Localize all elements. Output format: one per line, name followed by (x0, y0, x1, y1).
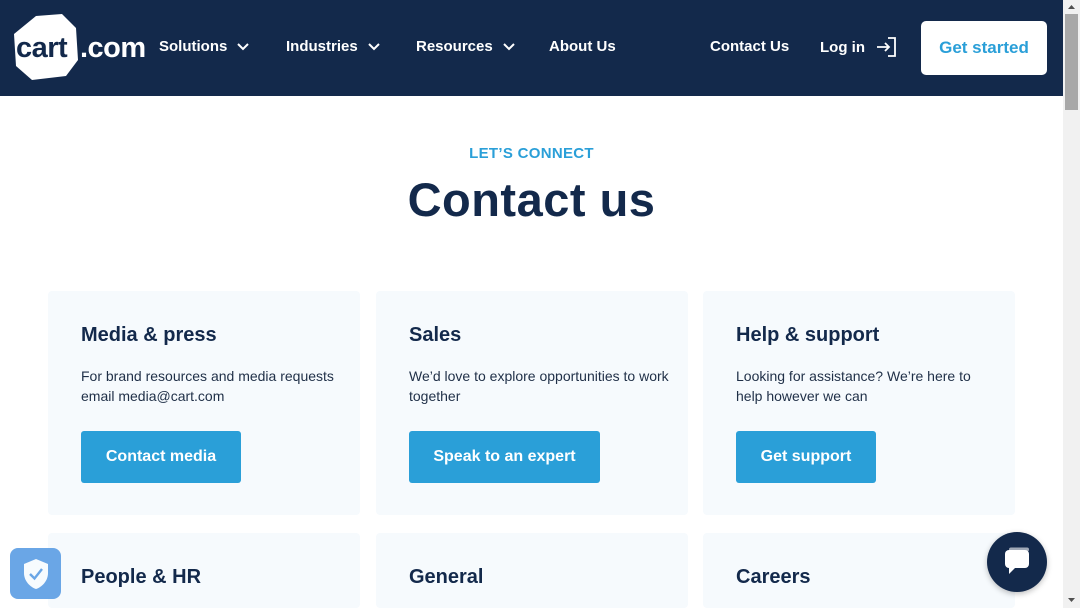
nav-login[interactable]: Log in (820, 36, 897, 58)
nav-login-label: Log in (820, 38, 865, 56)
chevron-down-icon (503, 42, 515, 50)
speak-to-expert-button[interactable]: Speak to an expert (409, 431, 600, 483)
nav-resources-label: Resources (416, 38, 493, 55)
card-sales: Sales We’d love to explore opportunities… (376, 291, 688, 515)
card-careers: Careers (703, 533, 1015, 608)
contact-media-button[interactable]: Contact media (81, 431, 241, 483)
card-help-support: Help & support Looking for assistance? W… (703, 291, 1015, 515)
scroll-up-arrow-icon[interactable] (1063, 0, 1080, 14)
site-header: cart .com Solutions Industries Resources… (0, 0, 1063, 96)
nav-contact-label: Contact Us (710, 38, 790, 55)
chat-launcher-button[interactable] (987, 532, 1047, 592)
cart-logo[interactable]: cart .com (14, 14, 146, 80)
nav-solutions[interactable]: Solutions (159, 38, 250, 55)
chat-icon (1005, 547, 1029, 574)
page-scrollbar[interactable] (1063, 0, 1080, 608)
card-title: Careers (736, 566, 811, 588)
get-support-button[interactable]: Get support (736, 431, 876, 483)
card-title: People & HR (81, 566, 202, 588)
scroll-down-arrow-icon[interactable] (1063, 592, 1080, 608)
card-people-hr: People & HR (48, 533, 360, 608)
scroll-thumb[interactable] (1065, 14, 1078, 110)
get-started-button[interactable]: Get started (921, 21, 1047, 75)
nav-industries[interactable]: Industries (286, 38, 380, 55)
card-general: General (376, 533, 688, 608)
nav-resources[interactable]: Resources (416, 38, 515, 55)
nav-solutions-label: Solutions (159, 38, 228, 55)
page-title: Contact us (407, 173, 656, 226)
nav-about-us[interactable]: About Us (549, 38, 616, 55)
card-description: For brand resources and media requests e… (81, 368, 334, 404)
card-title: Media & press (81, 324, 217, 346)
chevron-down-icon (237, 42, 250, 50)
logo-main-text: cart (16, 32, 68, 64)
login-arrow-icon (877, 37, 896, 57)
card-title: General (409, 566, 484, 588)
chevron-down-icon (367, 42, 380, 50)
logo-suffix-text: .com (80, 32, 146, 64)
card-description: Looking for assistance? We’re here to he… (736, 368, 971, 404)
card-description: We’d love to explore opportunities to wo… (409, 368, 669, 404)
nav-industries-label: Industries (286, 38, 358, 55)
card-title: Sales (409, 324, 462, 346)
nav-about-label: About Us (549, 38, 616, 55)
card-media-press: Media & press For brand resources and me… (48, 291, 360, 515)
nav-contact-us[interactable]: Contact Us (710, 38, 789, 55)
section-eyebrow: LET’S CONNECT (469, 145, 594, 162)
card-title: Help & support (736, 324, 880, 346)
shield-check-icon (23, 558, 48, 589)
privacy-shield-button[interactable] (10, 548, 61, 599)
